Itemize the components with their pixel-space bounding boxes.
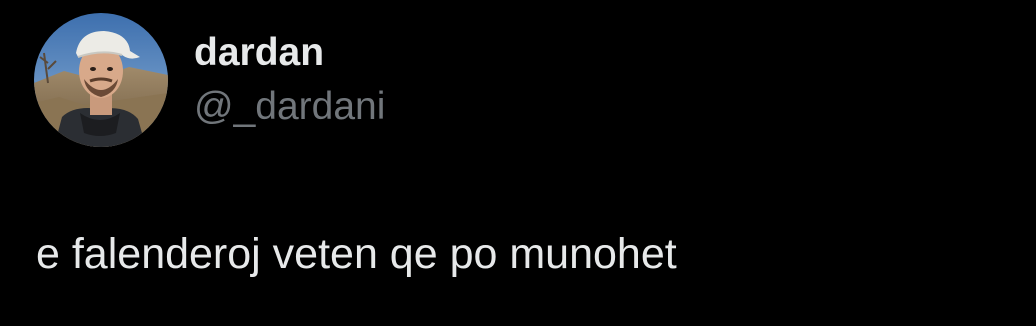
avatar-photo-icon: [34, 13, 168, 147]
author-handle[interactable]: @_dardani: [194, 84, 385, 130]
tweet-card: dardan @_dardani e falenderoj veten qe p…: [0, 0, 1036, 326]
author-display-name[interactable]: dardan: [194, 30, 324, 76]
tweet-text: e falenderoj veten qe po munohet: [36, 230, 677, 278]
avatar[interactable]: [34, 13, 168, 147]
